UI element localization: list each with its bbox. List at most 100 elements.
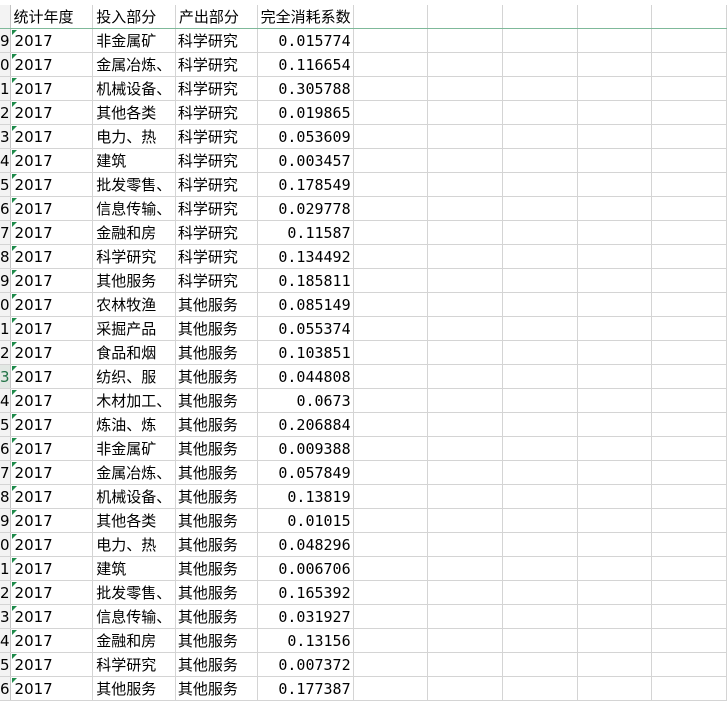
empty-cell[interactable] — [427, 196, 503, 221]
cell-year[interactable]: 2017 — [10, 292, 94, 317]
empty-cell[interactable] — [502, 76, 578, 101]
empty-cell[interactable] — [502, 52, 578, 77]
cell-output-sector[interactable]: 其他服务 — [175, 364, 258, 389]
cell-output-sector[interactable]: 其他服务 — [175, 580, 258, 605]
row-number[interactable]: 4 — [0, 148, 11, 173]
cell-output-sector[interactable]: 科学研究 — [175, 244, 258, 269]
empty-cell[interactable] — [353, 460, 429, 485]
cell-output-sector[interactable]: 科学研究 — [175, 124, 258, 149]
row-number[interactable]: 3 — [0, 364, 11, 389]
cell-input-sector[interactable]: 纺织、服 — [92, 364, 176, 389]
empty-cell[interactable] — [502, 100, 578, 125]
empty-cell[interactable] — [353, 244, 429, 269]
cell-coefficient[interactable]: 0.057849 — [257, 460, 354, 485]
empty-cell[interactable] — [427, 292, 503, 317]
empty-cell[interactable] — [577, 436, 653, 461]
cell-coefficient[interactable]: 0.007372 — [257, 652, 354, 677]
empty-cell[interactable] — [651, 340, 727, 365]
empty-cell[interactable] — [502, 244, 578, 269]
empty-cell[interactable] — [353, 52, 429, 77]
row-number[interactable]: 2 — [0, 580, 11, 605]
cell-output-sector[interactable]: 其他服务 — [175, 556, 258, 581]
empty-cell[interactable] — [502, 388, 578, 413]
row-number[interactable]: 8 — [0, 244, 11, 269]
cell-year[interactable]: 2017 — [10, 28, 94, 53]
empty-cell[interactable] — [427, 172, 503, 197]
cell-year[interactable]: 2017 — [10, 676, 94, 701]
cell-input-sector[interactable]: 农林牧渔 — [92, 292, 176, 317]
empty-cell[interactable] — [502, 124, 578, 149]
cell-output-sector[interactable]: 其他服务 — [175, 652, 258, 677]
empty-cell[interactable] — [651, 316, 727, 341]
empty-cell[interactable] — [502, 412, 578, 437]
cell-year[interactable]: 2017 — [10, 52, 94, 77]
empty-cell[interactable] — [353, 196, 429, 221]
empty-cell[interactable] — [577, 292, 653, 317]
empty-cell[interactable] — [353, 604, 429, 629]
empty-cell[interactable] — [577, 5, 653, 29]
empty-cell[interactable] — [427, 340, 503, 365]
cell-input-sector[interactable]: 金融和房 — [92, 628, 176, 653]
empty-cell[interactable] — [353, 484, 429, 509]
cell-output-sector[interactable]: 其他服务 — [175, 532, 258, 557]
cell-coefficient[interactable]: 0.165392 — [257, 580, 354, 605]
cell-coefficient[interactable]: 0.178549 — [257, 172, 354, 197]
empty-cell[interactable] — [427, 5, 503, 29]
empty-cell[interactable] — [577, 100, 653, 125]
cell-output-sector[interactable]: 科学研究 — [175, 220, 258, 245]
empty-cell[interactable] — [651, 172, 727, 197]
empty-cell[interactable] — [502, 532, 578, 557]
empty-cell[interactable] — [427, 364, 503, 389]
empty-cell[interactable] — [502, 28, 578, 53]
empty-cell[interactable] — [577, 604, 653, 629]
cell-output-sector[interactable]: 科学研究 — [175, 172, 258, 197]
cell-input-sector[interactable]: 金属冶炼、 — [92, 52, 176, 77]
row-number[interactable]: 3 — [0, 604, 11, 629]
empty-cell[interactable] — [651, 484, 727, 509]
cell-year[interactable]: 2017 — [10, 76, 94, 101]
empty-cell[interactable] — [502, 268, 578, 293]
row-number[interactable]: 5 — [0, 412, 11, 437]
empty-cell[interactable] — [427, 556, 503, 581]
row-number[interactable]: 6 — [0, 196, 11, 221]
empty-cell[interactable] — [353, 292, 429, 317]
row-number[interactable]: 7 — [0, 460, 11, 485]
empty-cell[interactable] — [502, 604, 578, 629]
cell-output-sector[interactable]: 其他服务 — [175, 316, 258, 341]
cell-output-sector[interactable]: 其他服务 — [175, 484, 258, 509]
empty-cell[interactable] — [577, 508, 653, 533]
empty-cell[interactable] — [427, 604, 503, 629]
empty-cell[interactable] — [577, 340, 653, 365]
cell-input-sector[interactable]: 电力、热 — [92, 124, 176, 149]
empty-cell[interactable] — [353, 340, 429, 365]
empty-cell[interactable] — [353, 532, 429, 557]
empty-cell[interactable] — [353, 676, 429, 701]
empty-cell[interactable] — [651, 100, 727, 125]
row-number[interactable]: 0 — [0, 532, 11, 557]
cell-year[interactable]: 2017 — [10, 652, 94, 677]
empty-cell[interactable] — [502, 148, 578, 173]
cell-year[interactable]: 2017 — [10, 388, 94, 413]
empty-cell[interactable] — [427, 652, 503, 677]
cell-input-sector[interactable]: 其他各类 — [92, 100, 176, 125]
cell-output-sector[interactable]: 科学研究 — [175, 196, 258, 221]
empty-cell[interactable] — [502, 364, 578, 389]
empty-cell[interactable] — [353, 5, 429, 29]
cell-input-sector[interactable]: 采掘产品 — [92, 316, 176, 341]
cell-year[interactable]: 2017 — [10, 220, 94, 245]
empty-cell[interactable] — [427, 388, 503, 413]
cell-input-sector[interactable]: 食品和烟 — [92, 340, 176, 365]
empty-cell[interactable] — [651, 556, 727, 581]
cell-input-sector[interactable]: 信息传输、 — [92, 196, 176, 221]
empty-cell[interactable] — [651, 532, 727, 557]
cell-coefficient[interactable]: 0.044808 — [257, 364, 354, 389]
cell-input-sector[interactable]: 非金属矿 — [92, 436, 176, 461]
cell-output-sector[interactable]: 科学研究 — [175, 268, 258, 293]
cell-coefficient[interactable]: 0.048296 — [257, 532, 354, 557]
cell-output-sector[interactable]: 其他服务 — [175, 604, 258, 629]
cell-year[interactable]: 2017 — [10, 100, 94, 125]
empty-cell[interactable] — [577, 76, 653, 101]
empty-cell[interactable] — [577, 484, 653, 509]
empty-cell[interactable] — [427, 52, 503, 77]
cell-year[interactable]: 2017 — [10, 268, 94, 293]
